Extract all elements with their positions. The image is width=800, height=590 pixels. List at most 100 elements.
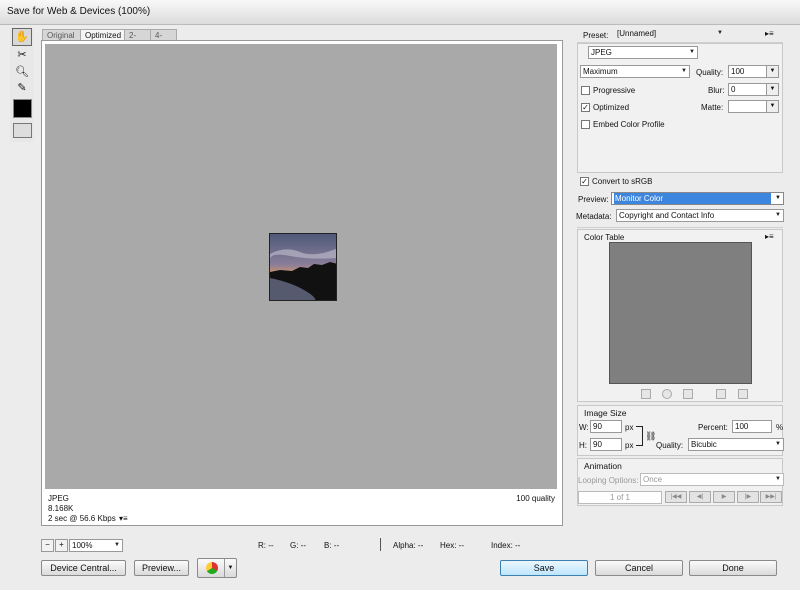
- quality-label: Quality:: [696, 68, 724, 77]
- width-unit: px: [625, 423, 634, 432]
- percent-value: 100: [735, 422, 749, 431]
- looping-options-label: Looping Options:: [578, 476, 639, 485]
- file-format-select[interactable]: JPEG: [588, 46, 698, 59]
- preview-label: Preview:: [578, 195, 609, 204]
- preset-select[interactable]: [Unnamed]: [615, 28, 725, 41]
- last-frame-icon[interactable]: ▶▶|: [760, 491, 782, 503]
- width-input[interactable]: 90: [590, 420, 622, 433]
- info-quality: 100 quality: [516, 494, 555, 503]
- play-icon[interactable]: ▶: [713, 491, 735, 503]
- quality-value: 100: [731, 67, 745, 76]
- web-snap-icon[interactable]: [641, 389, 651, 399]
- web-shift-icon[interactable]: [662, 389, 672, 399]
- progressive-label: Progressive: [593, 86, 636, 95]
- resample-quality-select[interactable]: Bicubic: [688, 438, 784, 451]
- eyedropper-icon[interactable]: ✎: [12, 79, 32, 97]
- browser-preview-button[interactable]: ▼: [197, 558, 237, 578]
- status-b: B: --: [324, 541, 340, 550]
- new-color-icon[interactable]: [716, 389, 726, 399]
- optimized-image-preview[interactable]: [269, 233, 337, 301]
- zoom-out-button[interactable]: −: [41, 539, 54, 552]
- blur-dropdown-icon[interactable]: ▼: [766, 84, 778, 95]
- title-bar: Save for Web & Devices (100%): [0, 0, 800, 25]
- matte-select[interactable]: ▼: [728, 100, 779, 113]
- frame-counter: 1 of 1: [578, 491, 662, 504]
- resample-quality-label: Quality:: [656, 441, 684, 450]
- metadata-label: Metadata:: [576, 212, 612, 221]
- constrain-proportions-link-icon[interactable]: ⛓: [645, 431, 656, 442]
- preview-mode-value: Monitor Color: [614, 193, 771, 204]
- download-rate-menu-icon[interactable]: ▾≡: [119, 514, 128, 523]
- blur-value: 0: [731, 85, 736, 94]
- percent-label: Percent:: [698, 423, 728, 432]
- looping-options-select[interactable]: Once: [640, 473, 784, 486]
- file-format-value: JPEG: [591, 48, 612, 57]
- eyedropper-color-swatch[interactable]: [13, 99, 32, 118]
- height-unit: px: [625, 441, 634, 450]
- width-label: W:: [579, 423, 589, 432]
- status-hex: Hex: --: [440, 541, 464, 550]
- image-size-title: Image Size: [584, 408, 627, 418]
- metadata-separator: [577, 227, 783, 228]
- constrain-bracket: [636, 426, 643, 446]
- slice-select-icon[interactable]: ✂: [12, 46, 32, 64]
- status-r: R: --: [258, 541, 274, 550]
- quality-input[interactable]: 100 ▼: [728, 65, 779, 78]
- window-title: Save for Web & Devices (100%): [7, 6, 151, 17]
- percent-input[interactable]: 100: [732, 420, 772, 433]
- convert-srgb-label: Convert to sRGB: [592, 177, 653, 186]
- previous-frame-icon[interactable]: ◀|: [689, 491, 711, 503]
- progressive-checkbox[interactable]: [581, 86, 590, 95]
- done-button[interactable]: Done: [689, 560, 777, 576]
- embed-color-profile-label: Embed Color Profile: [593, 120, 665, 129]
- preview-button[interactable]: Preview...: [134, 560, 189, 576]
- browser-dropdown-icon[interactable]: ▼: [224, 559, 236, 577]
- device-central-button[interactable]: Device Central...: [41, 560, 126, 576]
- color-table-title: Color Table: [584, 233, 625, 242]
- compression-quality-value: Maximum: [583, 67, 618, 76]
- matte-dropdown-icon[interactable]: ▼: [766, 101, 778, 112]
- color-table-grid[interactable]: [609, 242, 752, 384]
- preview-mode-dropdown-icon[interactable]: ▼: [775, 193, 781, 204]
- height-input[interactable]: 90: [590, 438, 622, 451]
- matte-label: Matte:: [701, 103, 724, 112]
- compression-quality-select[interactable]: Maximum: [580, 65, 690, 78]
- browser-icon: [206, 562, 218, 574]
- blur-label: Blur:: [708, 86, 725, 95]
- color-table-menu-icon[interactable]: ▸≡: [765, 232, 774, 241]
- embed-color-profile-checkbox[interactable]: [581, 120, 590, 129]
- metadata-select[interactable]: Copyright and Contact Info: [616, 209, 784, 222]
- zoom-in-button[interactable]: +: [55, 539, 68, 552]
- frame-counter-text: 1 of 1: [609, 493, 630, 502]
- blur-input[interactable]: 0 ▼: [728, 83, 779, 96]
- zoom-level-select[interactable]: 100%: [69, 539, 123, 552]
- next-frame-icon[interactable]: |▶: [737, 491, 759, 503]
- preset-label: Preset:: [583, 31, 609, 40]
- preview-mode-select[interactable]: Monitor Color ▼: [611, 192, 784, 205]
- optimized-checkbox[interactable]: ✓: [581, 103, 590, 112]
- convert-srgb-checkbox[interactable]: ✓: [580, 177, 589, 186]
- cancel-button[interactable]: Cancel: [595, 560, 683, 576]
- animation-title: Animation: [584, 461, 622, 471]
- width-value: 90: [593, 422, 602, 431]
- height-value: 90: [593, 440, 602, 449]
- toggle-slices-visibility-button[interactable]: [13, 123, 32, 138]
- info-file-size: 8.168K: [48, 504, 74, 513]
- optimize-menu-icon[interactable]: ▸≡: [765, 29, 774, 38]
- lock-color-icon[interactable]: [683, 389, 693, 399]
- metadata-value: Copyright and Contact Info: [619, 211, 715, 220]
- status-index: Index: --: [491, 541, 521, 550]
- hand-tool-icon[interactable]: ✋: [12, 28, 32, 46]
- info-download-time: 2 sec @ 56.6 Kbps: [48, 514, 116, 523]
- trash-icon[interactable]: [738, 389, 748, 399]
- toolbox: ✋ ✂ 🔍︎ ✎: [10, 27, 34, 142]
- preview-info-panel: JPEG 8.168K 2 sec @ 56.6 Kbps ▾≡ 100 qua…: [45, 491, 557, 524]
- info-format: JPEG: [48, 494, 69, 503]
- status-alpha: Alpha: --: [393, 541, 424, 550]
- first-frame-icon[interactable]: |◀◀: [665, 491, 687, 503]
- save-button[interactable]: Save: [500, 560, 588, 576]
- zoom-level-value: 100%: [72, 541, 93, 550]
- resample-quality-value: Bicubic: [691, 440, 717, 449]
- optimized-label: Optimized: [593, 103, 630, 112]
- quality-dropdown-icon[interactable]: ▼: [766, 66, 778, 77]
